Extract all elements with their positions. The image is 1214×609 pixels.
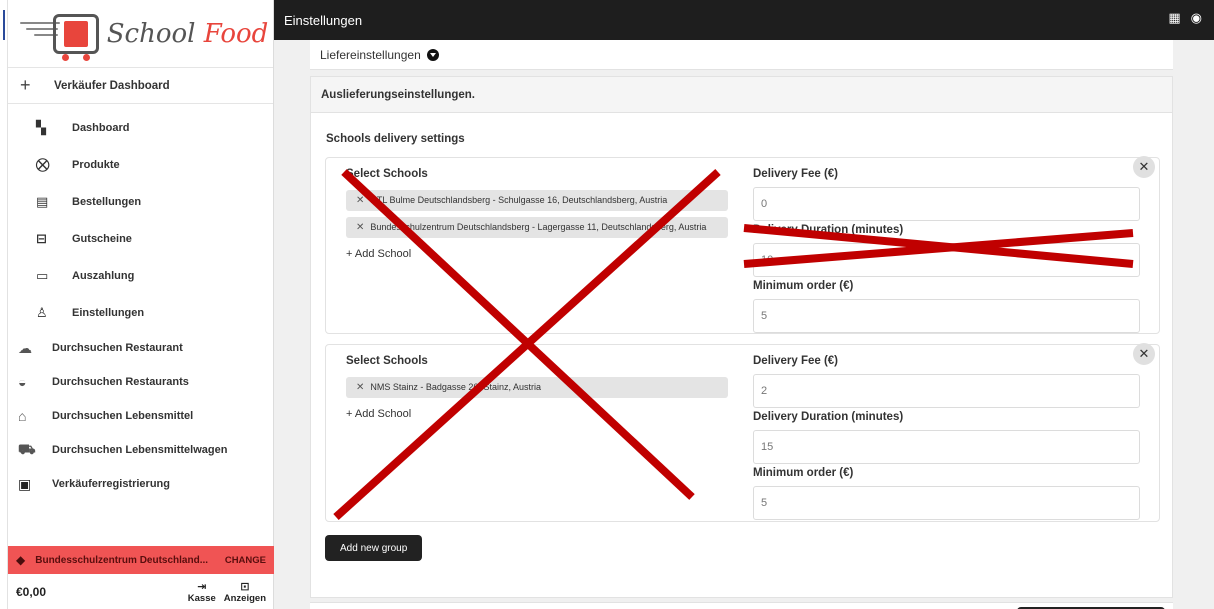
delivery-group: ✕ Select Schools ✕ NMS Stainz - Badgasse… bbox=[325, 343, 1160, 522]
delivery-fee-input[interactable]: 0 bbox=[753, 187, 1140, 221]
sidebar-item-browse-groceries[interactable]: ⌂ Durchsuchen Lebensmittel bbox=[8, 399, 273, 433]
vendor-dashboard-header[interactable]: + Verkäufer Dashboard bbox=[8, 68, 273, 104]
sidebar-item-settings[interactable]: ♙ Einstellungen bbox=[8, 294, 273, 331]
delivery-fee-label: Delivery Fee (€) bbox=[753, 355, 839, 367]
user-icon: ♙ bbox=[36, 304, 48, 320]
sidebar-item-label: Produkte bbox=[72, 158, 120, 171]
delivery-duration-input[interactable]: 15 bbox=[753, 430, 1140, 464]
logo-text-school: School bbox=[106, 18, 196, 49]
sidebar-item-label: Gutscheine bbox=[72, 232, 132, 245]
sidebar-item-label: Verkäuferregistrierung bbox=[52, 478, 170, 490]
remove-chip-icon[interactable]: ✕ bbox=[356, 222, 364, 233]
select-schools-label: Select Schools bbox=[346, 355, 428, 367]
select-schools-label: Select Schools bbox=[346, 168, 428, 180]
sidebar-item-vendor-registration[interactable]: ▣ Verkäuferregistrierung bbox=[8, 467, 273, 501]
view-label: Anzeigen bbox=[223, 592, 266, 604]
settings-main: Liefereinstellungen Auslieferungseinstel… bbox=[310, 40, 1173, 609]
logo-cart-icon bbox=[52, 13, 99, 61]
delivery-fee-input[interactable]: 2 bbox=[753, 374, 1140, 408]
cart-amount: €0,00 bbox=[16, 584, 47, 599]
plus-icon: + bbox=[20, 75, 31, 95]
sidebar: School Food + Verkäufer Dashboard ▚ Dash… bbox=[8, 0, 274, 609]
sidebar-item-products[interactable]: ⛒ Produkte bbox=[8, 146, 273, 183]
sidebar-item-vouchers[interactable]: ⊟ Gutscheine bbox=[8, 220, 273, 257]
delivery-duration-label: Delivery Duration (minutes) bbox=[753, 411, 904, 423]
basket-icon: ⛒ bbox=[36, 156, 50, 172]
delivery-settings-label: Liefereinstellungen bbox=[320, 47, 421, 62]
logo-text: School Food bbox=[107, 19, 269, 49]
view-button[interactable]: ⊡ Anzeigen bbox=[224, 580, 266, 604]
add-school-button[interactable]: + Add School bbox=[346, 408, 728, 420]
chevron-down-icon bbox=[426, 48, 439, 61]
delivery-settings-toggle[interactable]: Liefereinstellungen bbox=[310, 40, 1173, 70]
sidebar-item-label: Einstellungen bbox=[72, 306, 145, 319]
sidebar-item-payout[interactable]: ▭ Auszahlung bbox=[8, 257, 273, 294]
sidebar-item-label: Durchsuchen Lebensmittelwagen bbox=[52, 444, 228, 456]
sidebar-item-orders[interactable]: ▤ Bestellungen bbox=[8, 183, 273, 220]
checkout-label: Kasse bbox=[187, 592, 216, 604]
delivery-duration-input[interactable]: 10 bbox=[753, 243, 1140, 277]
sidebar-item-browse-restaurant[interactable]: ☁ Durchsuchen Restaurant bbox=[8, 331, 273, 365]
school-chip-label: NMS Stainz - Badgasse 20, Stainz, Austri… bbox=[370, 382, 541, 392]
login-arrow-icon: ⇥ bbox=[197, 580, 207, 593]
minimum-order-input[interactable]: 5 bbox=[753, 486, 1140, 520]
food-truck-icon: ⛟ bbox=[18, 440, 36, 457]
card-icon: ▭ bbox=[36, 267, 49, 283]
school-chip: ✕ Bundesschulzentrum Deutschlandsberg - … bbox=[346, 217, 728, 238]
sidebar-item-label: Auszahlung bbox=[72, 269, 135, 282]
delivery-duration-label: Delivery Duration (minutes) bbox=[753, 224, 904, 236]
clipboard-icon: ▣ bbox=[18, 475, 32, 492]
sidebar-item-label: Bestellungen bbox=[72, 195, 142, 208]
remove-chip-icon[interactable]: ✕ bbox=[356, 382, 364, 393]
add-school-button[interactable]: + Add School bbox=[346, 248, 728, 260]
school-chip-label: HTL Bulme Deutschlandsberg - Schulgasse … bbox=[370, 195, 668, 205]
account-icon[interactable]: ◉ bbox=[1191, 10, 1202, 26]
remove-chip-icon[interactable]: ✕ bbox=[356, 195, 364, 206]
section-title: Schools delivery settings bbox=[326, 133, 465, 145]
chef-hat-icon: ☁ bbox=[18, 339, 32, 356]
sidebar-item-browse-restaurants[interactable]: ◒ Durchsuchen Restaurants bbox=[8, 365, 273, 399]
delivery-section: Auslieferungseinstellungen. Schools deli… bbox=[310, 76, 1173, 598]
sidebar-item-label: Durchsuchen Lebensmittel bbox=[52, 410, 194, 422]
sidebar-item-label: Durchsuchen Restaurant bbox=[52, 342, 183, 354]
checkout-button[interactable]: ⇥ Kasse bbox=[188, 580, 216, 604]
top-bar: Einstellungen ▦ ◉ bbox=[274, 0, 1214, 40]
school-chip: ✕ NMS Stainz - Badgasse 20, Stainz, Aust… bbox=[346, 377, 728, 398]
sidebar-item-browse-food-trucks[interactable]: ⛟ Durchsuchen Lebensmittelwagen bbox=[8, 433, 273, 467]
window-edge bbox=[0, 0, 8, 609]
gift-icon: ⊟ bbox=[36, 230, 47, 246]
school-chip-label: Bundesschulzentrum Deutschlandsberg - La… bbox=[370, 222, 707, 232]
delivery-fee-label: Delivery Fee (€) bbox=[753, 168, 839, 180]
add-new-group-button[interactable]: Add new group bbox=[325, 535, 423, 561]
selected-school-name: Bundesschulzentrum Deutschland... bbox=[35, 554, 209, 566]
burger-icon: ◒ bbox=[18, 374, 27, 390]
document-icon: ▤ bbox=[36, 193, 49, 209]
bottom-card bbox=[310, 602, 1173, 609]
store-icon[interactable]: ▦ bbox=[1168, 10, 1180, 26]
page-title: Einstellungen bbox=[284, 12, 363, 28]
grid-icon: ▚ bbox=[36, 119, 46, 135]
change-school-button[interactable]: CHANGE bbox=[225, 555, 266, 566]
cart-bar: €0,00 ⇥ Kasse ⊡ Anzeigen bbox=[8, 574, 274, 609]
minimum-order-input[interactable]: 5 bbox=[753, 299, 1140, 333]
vendor-dashboard-label: Verkäufer Dashboard bbox=[54, 79, 170, 92]
grocery-icon: ⌂ bbox=[18, 408, 27, 424]
sidebar-item-dashboard[interactable]: ▚ Dashboard bbox=[8, 109, 273, 146]
school-chip: ✕ HTL Bulme Deutschlandsberg - Schulgass… bbox=[346, 190, 728, 211]
logo[interactable]: School Food bbox=[8, 0, 273, 68]
section-header: Auslieferungseinstellungen. bbox=[311, 77, 1172, 113]
minimum-order-label: Minimum order (€) bbox=[753, 280, 854, 292]
sidebar-item-label: Dashboard bbox=[72, 121, 130, 134]
graduation-cap-icon: ◆ bbox=[16, 553, 26, 567]
delivery-group: ✕ Select Schools ✕ HTL Bulme Deutschland… bbox=[325, 156, 1160, 334]
selected-school-bar[interactable]: ◆ Bundesschulzentrum Deutschland... CHAN… bbox=[8, 546, 274, 574]
logo-text-food: Food bbox=[203, 18, 269, 49]
minimum-order-label: Minimum order (€) bbox=[753, 467, 854, 479]
sidebar-item-label: Durchsuchen Restaurants bbox=[52, 376, 189, 388]
preview-icon: ⊡ bbox=[240, 580, 250, 593]
